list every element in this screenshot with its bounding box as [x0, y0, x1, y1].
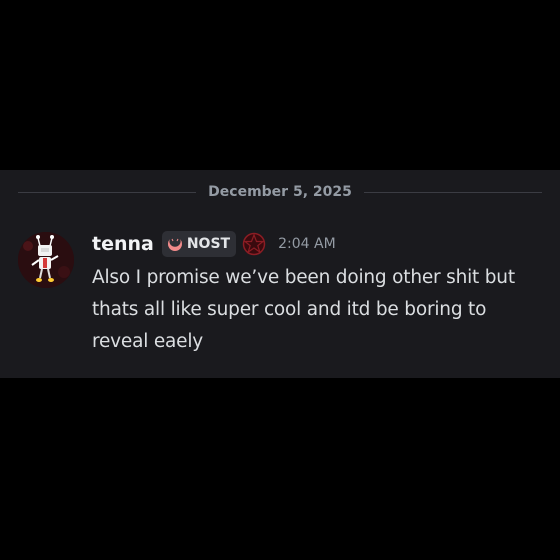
date-divider: December 5, 2025: [18, 182, 543, 202]
pentagram-icon[interactable]: [242, 232, 266, 256]
server-tag-badge[interactable]: NOST: [161, 231, 237, 257]
divider-line-right: [363, 191, 543, 193]
server-tag-label: NOST: [186, 236, 231, 252]
divider-date: December 5, 2025: [208, 184, 352, 200]
avatar[interactable]: [18, 232, 74, 288]
username[interactable]: tenna: [92, 233, 154, 255]
avatar-image: [18, 232, 74, 288]
divider-line-left: [18, 191, 197, 193]
chat-panel: December 5, 2025 tenna NOST 2:04 AM Also…: [0, 170, 560, 378]
message-content: Also I promise we’ve been doing other sh…: [92, 267, 515, 352]
message-timestamp[interactable]: 2:04 AM: [278, 236, 336, 252]
crescent-moon-icon: [167, 235, 182, 251]
message-header: tenna NOST 2:04 AM: [92, 230, 336, 258]
